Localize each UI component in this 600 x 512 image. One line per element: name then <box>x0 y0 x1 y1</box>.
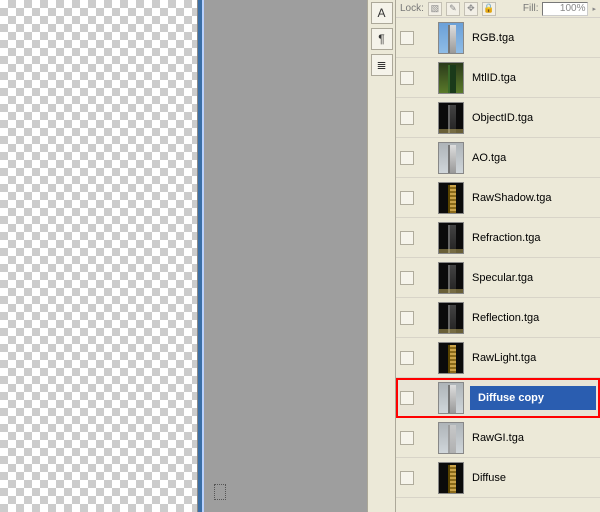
layer-thumbnail[interactable] <box>438 222 464 254</box>
layer-thumbnail[interactable] <box>438 342 464 374</box>
layer-visibility-toggle[interactable] <box>400 311 414 325</box>
layer-thumbnail[interactable] <box>438 422 464 454</box>
paragraph-palette-icon[interactable]: ¶ <box>371 28 393 50</box>
character-palette-icon[interactable]: A <box>371 2 393 24</box>
layer-row[interactable]: Diffuse copy <box>396 378 600 418</box>
collapsed-palettes: A ¶ ≣ <box>367 0 395 512</box>
layer-name-label[interactable]: Diffuse <box>470 472 506 484</box>
layer-row[interactable]: ObjectID.tga <box>396 98 600 138</box>
canvas-region <box>0 0 367 512</box>
layer-row[interactable]: RawShadow.tga <box>396 178 600 218</box>
layer-thumbnail[interactable] <box>438 102 464 134</box>
layer-name-label[interactable]: Reflection.tga <box>470 312 539 324</box>
layer-link-column <box>420 62 432 94</box>
layer-row[interactable]: Reflection.tga <box>396 298 600 338</box>
layer-visibility-toggle[interactable] <box>400 71 414 85</box>
layer-link-column <box>420 382 432 414</box>
layer-row[interactable]: RawGI.tga <box>396 418 600 458</box>
layer-visibility-toggle[interactable] <box>400 231 414 245</box>
layer-thumbnail[interactable] <box>438 382 464 414</box>
layer-name-label[interactable]: RGB.tga <box>470 32 514 44</box>
layer-name-label[interactable]: Specular.tga <box>470 272 533 284</box>
layer-link-column <box>420 222 432 254</box>
layer-visibility-toggle[interactable] <box>400 351 414 365</box>
layer-visibility-toggle[interactable] <box>400 271 414 285</box>
layer-name-label[interactable]: AO.tga <box>470 152 506 164</box>
layer-name-label[interactable]: MtlID.tga <box>470 72 516 84</box>
lock-image-icon[interactable]: ✎ <box>446 2 460 16</box>
layer-name-label[interactable]: Refraction.tga <box>470 232 540 244</box>
layer-link-column <box>420 422 432 454</box>
lock-transparency-icon[interactable]: ▧ <box>428 2 442 16</box>
layer-link-column <box>420 142 432 174</box>
layer-link-column <box>420 342 432 374</box>
app-root: A ¶ ≣ Lock: ▧ ✎ ✥ 🔒 Fill: 100% ▸ RGB.tga Mt… <box>0 0 600 512</box>
layer-thumbnail[interactable] <box>438 22 464 54</box>
layer-link-column <box>420 302 432 334</box>
layer-link-column <box>420 102 432 134</box>
document-area[interactable] <box>198 0 367 512</box>
layer-name-label[interactable]: ObjectID.tga <box>470 112 533 124</box>
layer-visibility-toggle[interactable] <box>400 431 414 445</box>
layer-link-column <box>420 262 432 294</box>
layer-thumbnail[interactable] <box>438 142 464 174</box>
fill-opacity-caret-icon[interactable]: ▸ <box>592 5 596 13</box>
layer-row[interactable]: RGB.tga <box>396 18 600 58</box>
lock-position-icon[interactable]: ✥ <box>464 2 478 16</box>
layer-row[interactable]: Specular.tga <box>396 258 600 298</box>
lock-label: Lock: <box>400 3 424 14</box>
layers-lock-row: Lock: ▧ ✎ ✥ 🔒 Fill: 100% ▸ <box>396 0 600 18</box>
layer-link-column <box>420 462 432 494</box>
list-palette-icon[interactable]: ≣ <box>371 54 393 76</box>
fill-opacity-input[interactable]: 100% <box>542 2 588 16</box>
layer-name-label[interactable]: RawLight.tga <box>470 352 536 364</box>
layers-panel: Lock: ▧ ✎ ✥ 🔒 Fill: 100% ▸ RGB.tga MtlID.… <box>395 0 600 512</box>
layer-row[interactable]: AO.tga <box>396 138 600 178</box>
layer-thumbnail[interactable] <box>438 62 464 94</box>
text-cursor-indicator <box>214 484 226 500</box>
layer-row[interactable]: Refraction.tga <box>396 218 600 258</box>
transparent-canvas[interactable] <box>0 0 198 512</box>
layer-name-label[interactable]: RawGI.tga <box>470 432 524 444</box>
fill-label: Fill: <box>523 3 539 14</box>
layer-row[interactable]: MtlID.tga <box>396 58 600 98</box>
layer-link-column <box>420 182 432 214</box>
layer-thumbnail[interactable] <box>438 302 464 334</box>
lock-all-icon[interactable]: 🔒 <box>482 2 496 16</box>
layer-visibility-toggle[interactable] <box>400 391 414 405</box>
layer-row[interactable]: Diffuse <box>396 458 600 498</box>
layer-link-column <box>420 22 432 54</box>
layer-thumbnail[interactable] <box>438 182 464 214</box>
layer-visibility-toggle[interactable] <box>400 31 414 45</box>
layer-thumbnail[interactable] <box>438 262 464 294</box>
layer-name-label[interactable]: Diffuse copy <box>470 386 596 410</box>
layer-row[interactable]: RawLight.tga <box>396 338 600 378</box>
layer-visibility-toggle[interactable] <box>400 111 414 125</box>
layer-thumbnail[interactable] <box>438 462 464 494</box>
layer-list: RGB.tga MtlID.tga ObjectID.tga AO.tga RawSha… <box>396 18 600 512</box>
layer-visibility-toggle[interactable] <box>400 471 414 485</box>
layer-visibility-toggle[interactable] <box>400 191 414 205</box>
layer-visibility-toggle[interactable] <box>400 151 414 165</box>
layer-name-label[interactable]: RawShadow.tga <box>470 192 552 204</box>
